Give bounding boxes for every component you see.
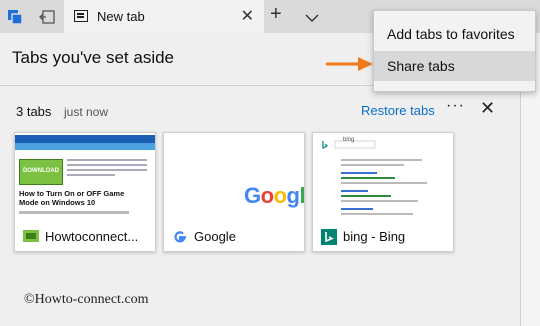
tab-card-bing[interactable]: bing bing - Bing bbox=[312, 132, 454, 252]
more-options-button[interactable]: ··· bbox=[446, 97, 465, 115]
thumbnail-image: DOWNLOAD bbox=[19, 159, 63, 185]
thumbnail-headline: How to Turn On or OFF Game Mode on Windo… bbox=[19, 189, 125, 207]
new-tab-page-icon bbox=[74, 10, 88, 22]
page-thumbnail: Google bbox=[164, 133, 304, 223]
watermark: ©Howto-connect.com bbox=[24, 292, 149, 307]
page-thumbnail: bing bbox=[313, 133, 453, 223]
new-tab-button[interactable]: + bbox=[270, 4, 282, 24]
chevron-down-icon[interactable] bbox=[305, 9, 319, 27]
howtoconnect-favicon-icon bbox=[23, 229, 39, 245]
close-tab-icon[interactable]: ✕ bbox=[241, 6, 254, 26]
card-title: Howtoconnect... bbox=[45, 229, 139, 244]
menu-item-add-tabs-to-favorites[interactable]: Add tabs to favorites bbox=[374, 19, 535, 49]
orange-arrow-icon bbox=[326, 57, 373, 71]
tab-title: New tab bbox=[97, 9, 145, 24]
tab-card-howtoconnect[interactable]: DOWNLOAD How to Turn On or OFF Game Mode… bbox=[14, 132, 156, 252]
tabs-aside-icon[interactable] bbox=[4, 6, 26, 28]
restore-tabs-link[interactable]: Restore tabs bbox=[361, 103, 435, 118]
tabs-aside-context-menu: Add tabs to favorites Share tabs bbox=[373, 10, 536, 92]
remove-set-button[interactable]: ✕ bbox=[480, 99, 495, 117]
tab-card-google[interactable]: Google Google bbox=[163, 132, 305, 252]
menu-item-share-tabs[interactable]: Share tabs bbox=[374, 51, 535, 81]
bing-favicon-icon bbox=[321, 229, 337, 245]
set-tab-count: 3 tabs bbox=[16, 104, 52, 119]
google-favicon-icon bbox=[172, 229, 188, 245]
panel-title: Tabs you've set aside bbox=[12, 48, 175, 67]
page-thumbnail: DOWNLOAD How to Turn On or OFF Game Mode… bbox=[15, 133, 155, 223]
tab-new-tab[interactable]: New tab ✕ bbox=[64, 0, 264, 33]
set-timestamp: just now bbox=[64, 105, 109, 119]
card-title: bing - Bing bbox=[343, 229, 406, 244]
set-tabs-aside-icon[interactable] bbox=[36, 6, 58, 28]
google-logo: Google bbox=[244, 183, 304, 208]
card-title: Google bbox=[194, 229, 236, 244]
